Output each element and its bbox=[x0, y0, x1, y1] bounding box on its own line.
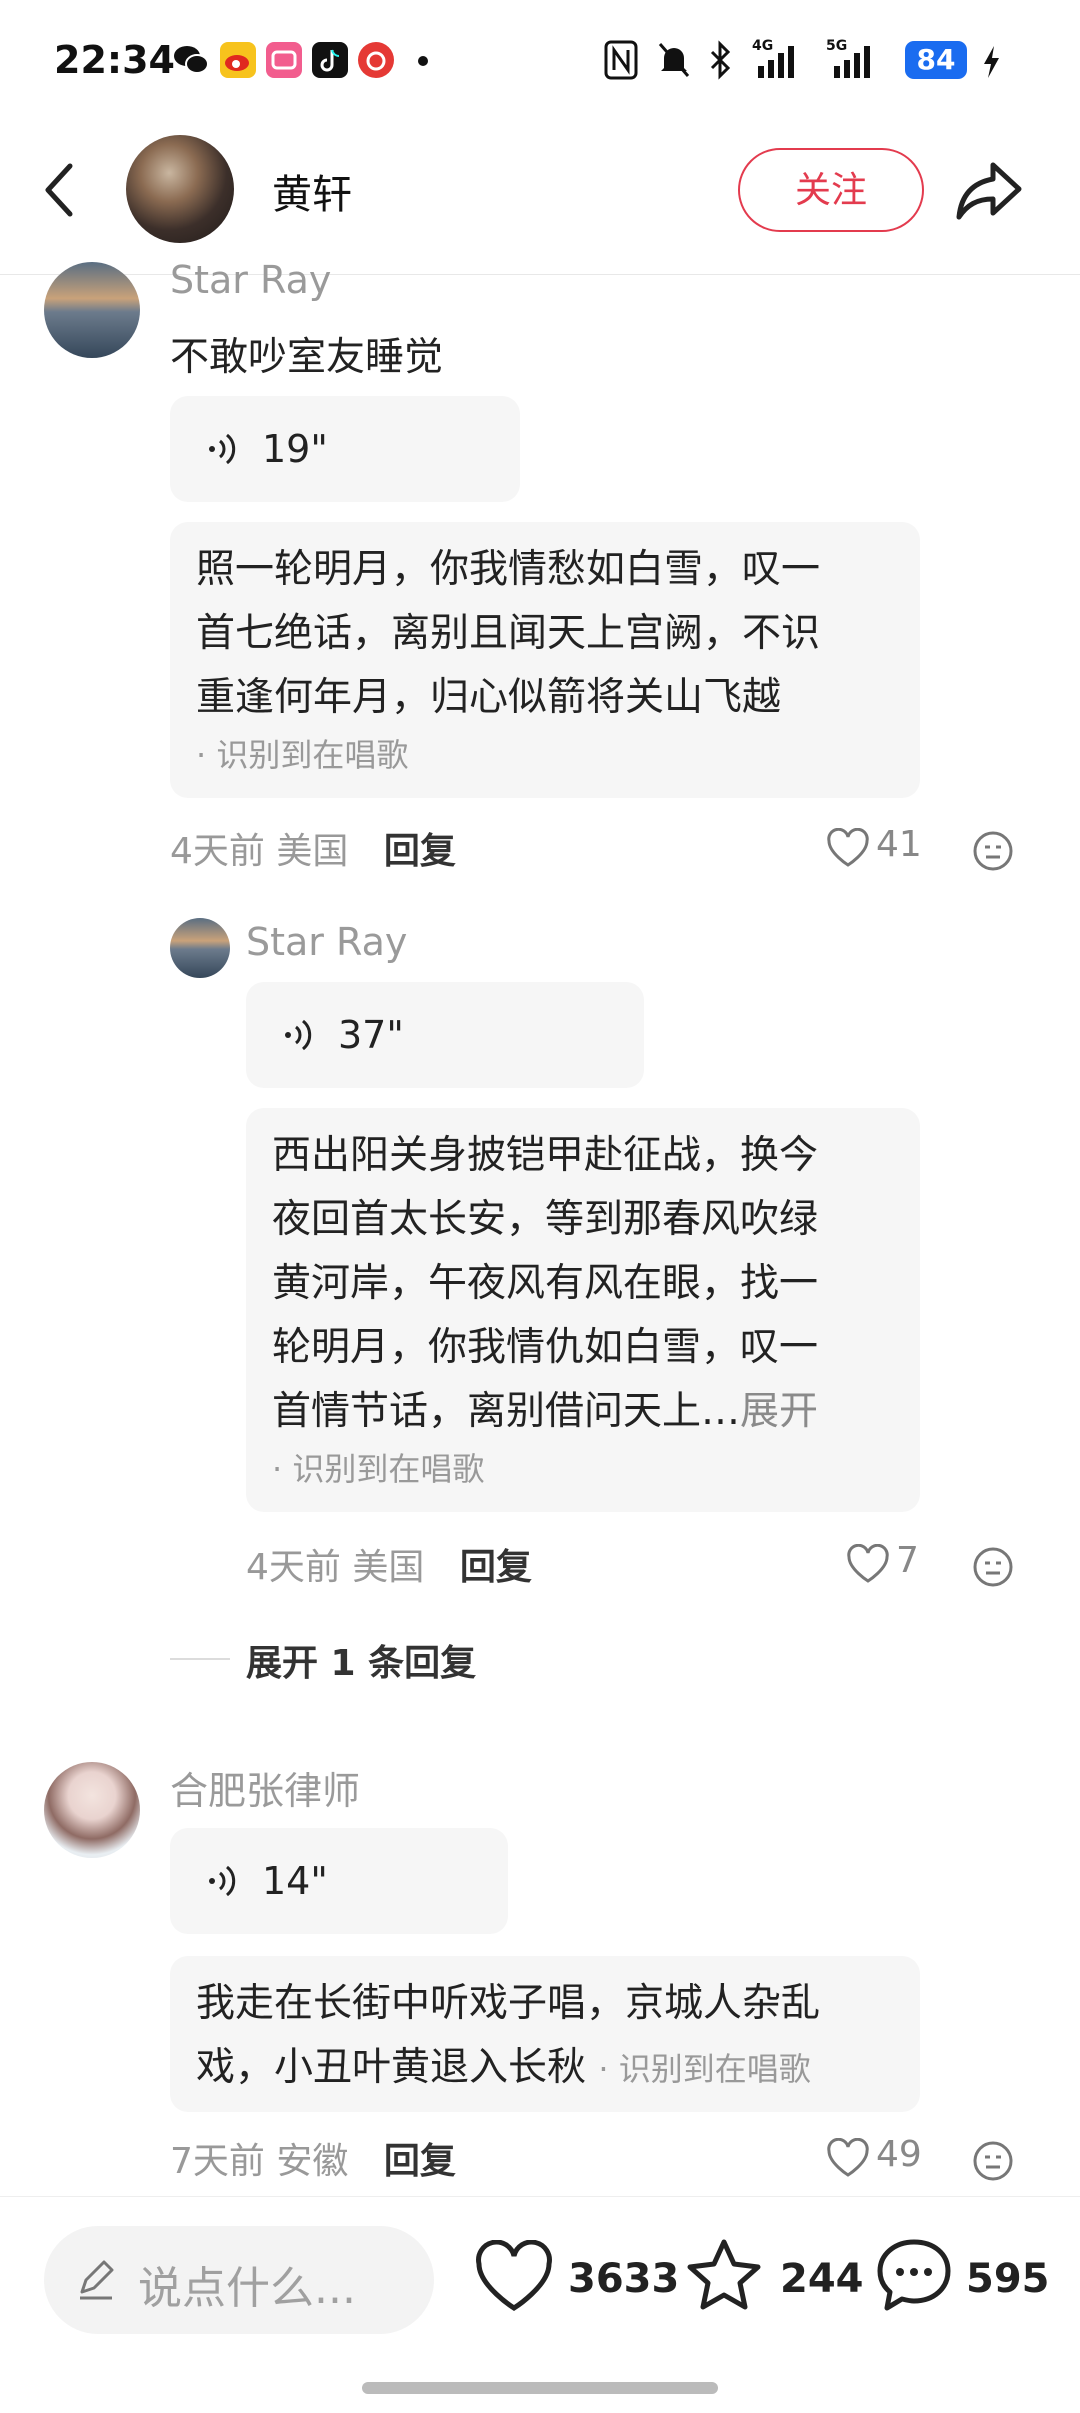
lyric-line: 首七绝话，离别且闻天上宫阙，不识 bbox=[196, 611, 821, 656]
bilibili-icon bbox=[266, 42, 302, 78]
follow-button[interactable]: 关注 bbox=[738, 148, 924, 232]
comment-count: 595 bbox=[966, 2256, 1050, 2302]
lyric-line: 我走在长街中听戏子唱，京城人杂乱 bbox=[196, 1981, 821, 2026]
author-name[interactable]: 黄轩 bbox=[272, 162, 352, 220]
emoji-reaction-icon[interactable] bbox=[972, 2140, 1014, 2182]
charging-icon bbox=[984, 46, 999, 78]
comment-meta: 4天前 美国 回复 bbox=[170, 822, 456, 874]
voice-message[interactable]: 14" bbox=[170, 1828, 508, 1934]
lyric-line: 首情节话，离别借问天上… bbox=[272, 1389, 741, 1434]
voice-wave-icon bbox=[209, 1865, 236, 1897]
signal-4g-icon: 4G bbox=[752, 38, 794, 78]
comment-input-placeholder[interactable]: 说点什么... bbox=[138, 2252, 356, 2316]
bluetooth-icon bbox=[710, 40, 731, 80]
reply-button[interactable]: 回复 bbox=[460, 1547, 532, 1588]
singing-recognized-label: · 识别到在唱歌 bbox=[196, 736, 409, 774]
expand-replies-button[interactable]: 展开 1 条回复 bbox=[246, 1634, 476, 1686]
singing-recognized-label: · 识别到在唱歌 bbox=[272, 1450, 485, 1488]
share-icon[interactable] bbox=[955, 155, 1025, 225]
lyrics-transcript: 西出阳关身披铠甲赴征战，换今 夜回首太长安，等到那春风吹绿 黄河岸，午夜风有风在… bbox=[246, 1108, 920, 1512]
lyric-line: 黄河岸，午夜风有风在眼，找一 bbox=[272, 1261, 819, 1306]
comment-text: 不敢吵室友睡觉 bbox=[170, 335, 444, 380]
comment-username[interactable]: 合肥张律师 bbox=[170, 1760, 360, 1815]
comment-username[interactable]: Star Ray bbox=[246, 920, 407, 964]
voice-duration: 19" bbox=[262, 427, 328, 471]
emoji-reaction-icon[interactable] bbox=[972, 830, 1014, 872]
comment-username[interactable]: Star Ray bbox=[170, 258, 331, 302]
status-bar: 22:34 4G 5G 84 bbox=[0, 0, 1080, 118]
heart-icon[interactable] bbox=[826, 2138, 870, 2178]
lyric-line: 照一轮明月，你我情愁如白雪，叹一 bbox=[196, 547, 821, 592]
comment-time: 4天前 bbox=[170, 831, 265, 872]
lyric-line-last: 首情节话，离别借问天上…展开 bbox=[272, 1380, 896, 1444]
avatar[interactable] bbox=[44, 1762, 140, 1858]
comment-location: 美国 bbox=[276, 831, 349, 872]
voice-wave-icon bbox=[285, 1019, 312, 1051]
pencil-icon bbox=[80, 2260, 114, 2300]
mute-icon bbox=[658, 43, 690, 77]
like-total-count: 3633 bbox=[568, 2256, 680, 2302]
lyric-line-last: 戏，小丑叶黄退入长秋 · 识别到在唱歌 bbox=[196, 2036, 896, 2101]
like-count: 7 bbox=[896, 1540, 919, 1581]
comment-time: 7天前 bbox=[170, 2141, 265, 2182]
voice-message[interactable]: 37" bbox=[246, 982, 644, 1088]
comment-location: 安徽 bbox=[276, 2141, 349, 2182]
status-time: 22:34 bbox=[54, 38, 175, 82]
emoji-reaction-icon[interactable] bbox=[972, 1546, 1014, 1588]
comment-meta: 7天前 安徽 回复 bbox=[170, 2132, 456, 2184]
weibo-icon bbox=[220, 42, 256, 78]
star-icon[interactable] bbox=[684, 2236, 764, 2316]
voice-duration: 14" bbox=[262, 1859, 328, 1903]
avatar[interactable] bbox=[44, 262, 140, 358]
comment-item: Star Ray 不敢吵室友睡觉 19" 照一轮明月，你我情愁如白雪，叹一 首七… bbox=[0, 258, 1080, 884]
comment-location: 美国 bbox=[352, 1547, 425, 1588]
back-arrow-icon[interactable] bbox=[40, 160, 80, 220]
tiktok-icon bbox=[312, 42, 348, 78]
more-notifications-dot bbox=[418, 56, 428, 66]
avatar[interactable] bbox=[170, 918, 230, 978]
voice-message[interactable]: 19" bbox=[170, 396, 520, 502]
reply-button[interactable]: 回复 bbox=[384, 831, 456, 872]
netease-music-icon bbox=[358, 42, 394, 78]
home-indicator[interactable] bbox=[362, 2382, 718, 2394]
divider-line bbox=[170, 1658, 230, 1660]
comment-bubble-icon[interactable] bbox=[874, 2236, 954, 2316]
like-count: 41 bbox=[876, 824, 922, 865]
reply-item: Star Ray 37" 西出阳关身披铠甲赴征战，换今 夜回首太长安，等到那春风… bbox=[0, 912, 1080, 1612]
heart-icon[interactable] bbox=[846, 1544, 890, 1584]
battery-level: 84 bbox=[905, 41, 967, 79]
svg-text:5G: 5G bbox=[826, 38, 847, 54]
heart-icon[interactable] bbox=[826, 828, 870, 868]
lyrics-transcript: 照一轮明月，你我情愁如白雪，叹一 首七绝话，离别且闻天上宫阙，不识 重逢何年月，… bbox=[170, 522, 920, 798]
comment-item: 合肥张律师 14" 我走在长街中听戏子唱，京城人杂乱 戏，小丑叶黄退入长秋 · … bbox=[0, 1760, 1080, 2190]
like-count: 49 bbox=[876, 2134, 922, 2175]
voice-wave-icon bbox=[209, 433, 236, 465]
nfc-icon bbox=[604, 40, 638, 80]
expand-text-button[interactable]: 展开 bbox=[740, 1389, 818, 1434]
voice-duration: 37" bbox=[338, 1013, 404, 1057]
star-count: 244 bbox=[780, 2256, 864, 2302]
comment-meta: 4天前 美国 回复 bbox=[246, 1538, 532, 1590]
lyric-line: 戏，小丑叶黄退入长秋 bbox=[196, 2045, 587, 2090]
lyric-line: 西出阳关身披铠甲赴征战，换今 bbox=[272, 1133, 819, 1178]
svg-text:4G: 4G bbox=[752, 38, 773, 54]
heart-icon[interactable] bbox=[474, 2240, 554, 2314]
lyrics-transcript: 我走在长街中听戏子唱，京城人杂乱 戏，小丑叶黄退入长秋 · 识别到在唱歌 bbox=[170, 1956, 920, 2112]
lyric-line: 重逢何年月，归心似箭将关山飞越 bbox=[196, 675, 782, 720]
lyric-line: 轮明月，你我情仇如白雪，叹一 bbox=[272, 1325, 819, 1370]
singing-recognized-label: · 识别到在唱歌 bbox=[598, 2050, 811, 2088]
comment-time: 4天前 bbox=[246, 1547, 341, 1588]
lyric-line: 夜回首太长安，等到那春风吹绿 bbox=[272, 1197, 819, 1242]
author-avatar[interactable] bbox=[126, 135, 234, 243]
wechat-icon bbox=[174, 46, 209, 74]
signal-5g-icon: 5G bbox=[826, 38, 870, 78]
reply-button[interactable]: 回复 bbox=[384, 2141, 456, 2182]
